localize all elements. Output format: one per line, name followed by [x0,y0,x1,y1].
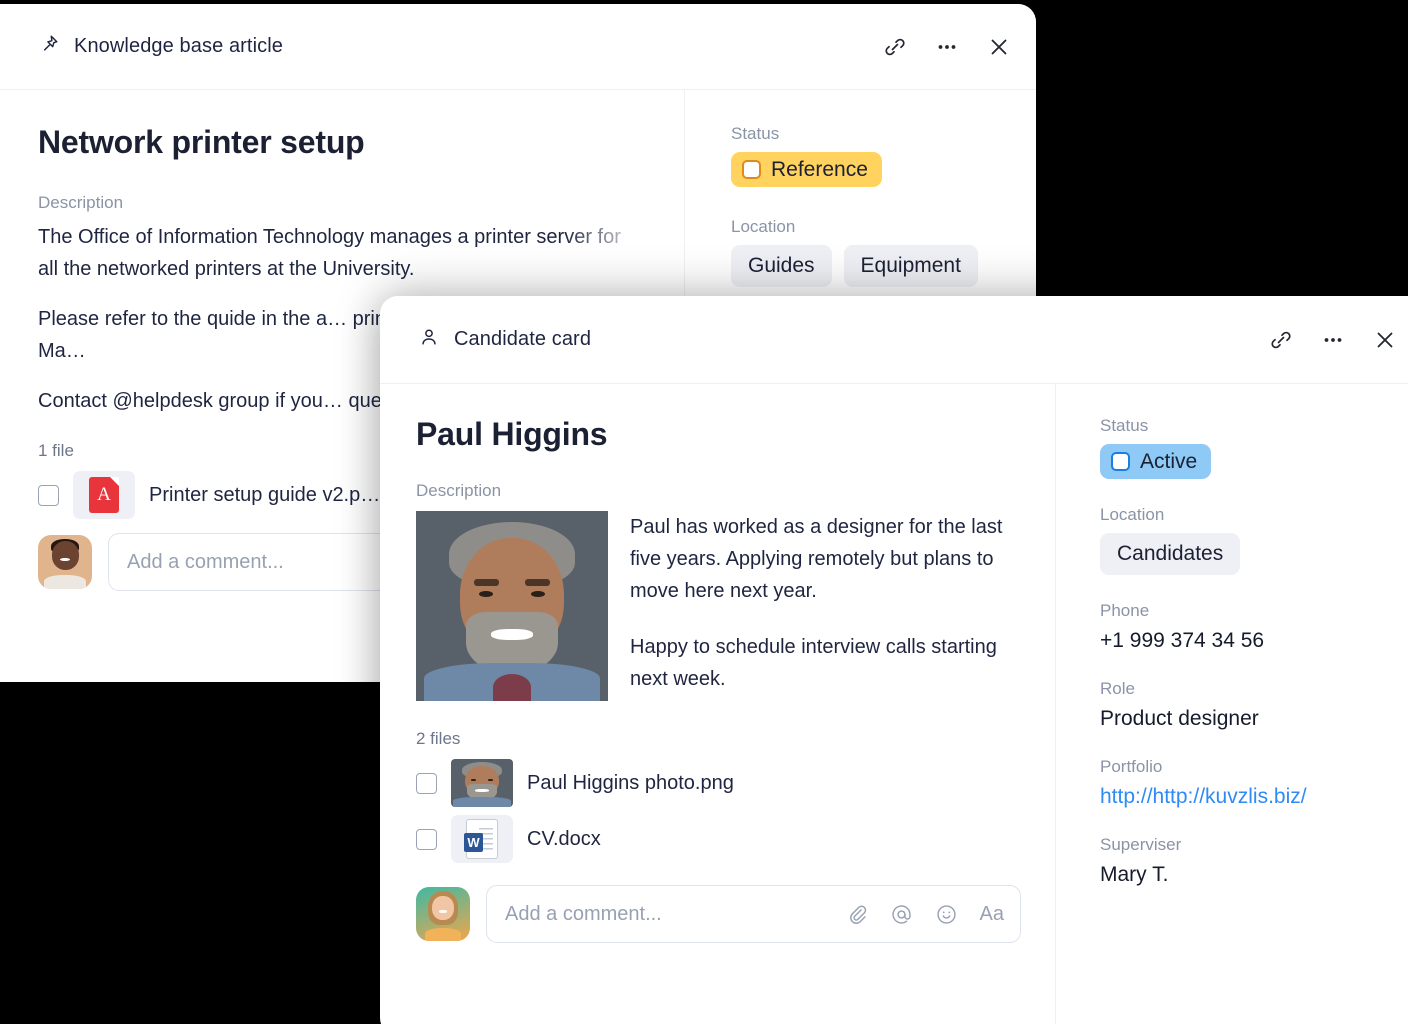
link-icon[interactable] [882,34,908,60]
side-field-portfolio: Portfolio http://http://kuvzlis.biz/ [1100,757,1408,809]
card-side-column: Status Active Location Candidates Phone … [1055,384,1408,1024]
word-doc-icon: W [451,815,513,863]
role-value: Product designer [1100,707,1259,731]
card-title: Candidate card [454,328,592,350]
description-paragraph: Paul has worked as a designer for the la… [630,516,1003,602]
page-title: Paul Higgins [416,416,608,452]
card-title-group: Knowledge base article [38,33,882,60]
candidate-card: Candidate card Paul Higgins Description … [380,296,1408,1024]
comment-placeholder: Add a comment... [505,902,662,925]
card-main-column: Paul Higgins Description Paul has worked… [380,384,1055,1024]
description-block: Paul has worked as a designer for the la… [416,511,1021,701]
side-field-label: Role [1100,679,1135,699]
attachment-icon[interactable] [846,903,868,925]
avatar [38,535,92,589]
files-count: 2 files [416,729,461,748]
photo-thumbnail [451,759,513,807]
side-field-role: Role Product designer [1100,679,1408,731]
list-item[interactable]: Paul Higgins photo.png [416,759,1021,807]
mention-icon[interactable] [890,903,913,926]
file-name[interactable]: CV.docx [527,828,601,851]
badge-checkbox-icon [742,160,761,179]
side-field-status: Status Active [1100,416,1408,479]
description-label: Description [416,481,502,500]
card-header-actions [1268,327,1398,353]
close-icon[interactable] [986,34,1012,60]
text-format-icon[interactable]: Aa [980,903,1004,926]
card-header-actions [882,34,1012,60]
location-tag[interactable]: Guides [731,245,832,288]
list-item[interactable]: W CV.docx [416,815,1021,863]
more-icon[interactable] [934,34,960,60]
file-checkbox[interactable] [416,828,437,850]
portfolio-link[interactable]: http://http://kuvzlis.biz/ [1100,785,1408,809]
side-field-label: Phone [1100,601,1150,621]
avatar [416,887,470,941]
status-badge-label: Active [1140,450,1198,473]
person-icon [418,326,440,353]
status-badge[interactable]: Reference [731,152,882,187]
location-tag[interactable]: Equipment [843,245,978,288]
comment-input[interactable]: Add a comment... [486,885,1021,943]
card-title-group: Candidate card [418,326,1268,353]
description-paragraph: The Office of Information Technology man… [38,226,621,280]
description-label: Description [38,193,124,212]
side-field-label: Superviser [1100,835,1182,855]
link-icon[interactable] [1268,327,1294,353]
file-checkbox[interactable] [38,484,59,506]
card-header: Candidate card [380,296,1408,384]
more-icon[interactable] [1320,327,1346,353]
candidate-photo [416,511,608,701]
screen-root: Knowledge base article Network printer s… [0,0,1408,1024]
description-paragraph: Happy to schedule interview calls starti… [630,636,997,690]
location-tags: Candidates [1100,533,1408,576]
side-field-label: Status [1100,416,1149,435]
side-field-location: Location Guides Equipment [731,217,1036,288]
pin-icon [38,33,60,60]
location-tag[interactable]: Candidates [1100,533,1241,576]
side-field-label: Status [731,124,780,143]
card-body: Paul Higgins Description Paul has worked… [380,384,1408,1024]
comment-toolbar: Aa [846,903,1004,926]
side-field-label: Location [1100,505,1165,524]
file-name[interactable]: Paul Higgins photo.png [527,772,734,795]
side-field-superviser: Superviser Mary T. [1100,835,1408,887]
phone-value: +1 999 374 34 56 [1100,629,1265,653]
close-icon[interactable] [1372,327,1398,353]
status-badge-label: Reference [771,158,868,181]
file-name[interactable]: Printer setup guide v2.p… [149,484,380,507]
status-badge[interactable]: Active [1100,444,1212,479]
side-field-label: Location [731,217,796,236]
file-checkbox[interactable] [416,772,437,794]
side-field-phone: Phone +1 999 374 34 56 [1100,601,1408,653]
card-header: Knowledge base article [0,4,1036,90]
pdf-icon: A [73,471,135,519]
page-title: Network printer setup [38,124,365,160]
side-field-location: Location Candidates [1100,505,1408,576]
side-field-status: Status Reference [731,124,1036,187]
emoji-icon[interactable] [935,903,958,926]
card-title: Knowledge base article [74,35,283,57]
superviser-value: Mary T. [1100,863,1169,887]
location-tags: Guides Equipment [731,245,1036,288]
side-field-label: Portfolio [1100,757,1163,777]
comment-row: Add a comment... [416,885,1021,943]
badge-checkbox-icon [1111,452,1130,471]
